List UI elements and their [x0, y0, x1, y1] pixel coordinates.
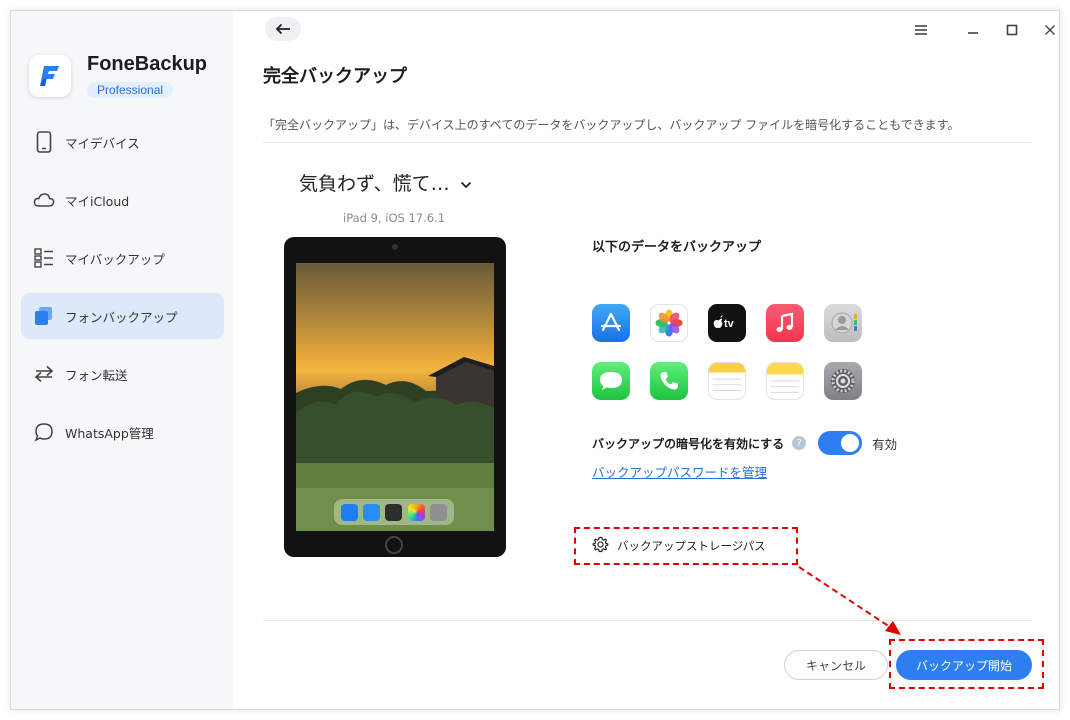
gear-icon [592, 536, 609, 557]
backup-data-grid: tv [592, 304, 872, 402]
sidebar-item-label: マイiCloud [65, 193, 130, 209]
camera-dot [392, 244, 398, 250]
start-backup-button[interactable]: バックアップ開始 [896, 650, 1032, 680]
list-icon [33, 247, 55, 269]
sidebar-item-my-backup[interactable]: マイバックアップ [21, 235, 224, 281]
sidebar-item-phone-transfer[interactable]: フォン転送 [21, 351, 224, 397]
encryption-state: 有効 [872, 436, 898, 452]
reminders-notes-icon[interactable] [766, 362, 804, 400]
svg-text:tv: tv [724, 318, 735, 330]
sidebar-item-label: フォン転送 [65, 367, 128, 383]
minimize-icon [967, 21, 979, 40]
minimize-button[interactable] [962, 19, 984, 41]
maximize-icon [1006, 21, 1018, 40]
chevron-down-icon [460, 172, 472, 194]
storage-path-label: バックアップストレージパス [617, 539, 766, 553]
device-name: 気負わず、慌て… [299, 173, 450, 195]
sidebar-item-phone-backup[interactable]: フォンバックアップ [21, 293, 224, 339]
page-title: 完全バックアップ [263, 66, 407, 87]
back-arrow-icon [275, 20, 291, 39]
sidebar-item-my-device[interactable]: マイデバイス [21, 119, 224, 165]
sidebar-item-my-icloud[interactable]: マイiCloud [21, 177, 224, 223]
device-selector[interactable]: 気負わず、慌て… [299, 169, 472, 196]
back-button[interactable] [265, 17, 301, 41]
main-panel: 完全バックアップ 「完全バックアップ」は、デバイス上のすべてのデータをバックアッ… [233, 11, 1059, 709]
sidebar-item-label: WhatsApp管理 [65, 425, 154, 441]
close-icon [1044, 21, 1056, 40]
page-description: 「完全バックアップ」は、デバイス上のすべてのデータをバックアップし、バックアップ… [263, 118, 960, 132]
photos-icon [407, 503, 425, 521]
menu-button[interactable] [910, 19, 932, 41]
encryption-toggle[interactable] [818, 431, 863, 455]
app-store-icon [363, 503, 381, 521]
sidebar-item-label: フォンバックアップ [65, 309, 178, 325]
backup-data-heading: 以下のデータをバックアップ [592, 240, 762, 255]
notes-icon[interactable] [708, 362, 746, 400]
device-model: iPad 9, iOS 17.6.1 [343, 211, 446, 225]
manage-password-link[interactable]: バックアップパスワードを管理 [592, 462, 767, 481]
cancel-button[interactable]: キャンセル [784, 650, 888, 680]
phone-backup-icon [33, 305, 55, 327]
brand-name: FoneBackup [87, 53, 208, 75]
camera-icon [385, 503, 403, 521]
maximize-button[interactable] [1001, 19, 1023, 41]
toggle-knob [841, 434, 860, 452]
safari-icon [340, 503, 358, 521]
app-window: FoneBackup Professional マイデバイス マイiCloud … [10, 10, 1060, 710]
transfer-icon [33, 363, 55, 385]
fonebackup-logo-icon [29, 55, 71, 97]
app-store-icon[interactable] [592, 304, 630, 342]
ipad-wallpaper [296, 263, 494, 531]
encryption-row: バックアップの暗号化を有効にする ? 有効 [592, 431, 897, 455]
divider [263, 142, 1031, 143]
help-icon[interactable]: ? [792, 436, 807, 450]
settings-icon[interactable] [824, 362, 862, 400]
settings-icon [430, 503, 448, 521]
home-button[interactable] [385, 536, 403, 554]
music-icon[interactable] [766, 304, 804, 342]
phone-icon [33, 131, 55, 153]
contacts-icon[interactable] [824, 304, 862, 342]
ipad-device-image [284, 237, 506, 557]
divider [263, 620, 1031, 621]
sidebar-item-label: マイバックアップ [65, 251, 165, 267]
sidebar-item-label: マイデバイス [65, 135, 140, 151]
edition-badge: Professional [87, 82, 174, 98]
messages-icon[interactable] [592, 362, 630, 400]
encryption-label: バックアップの暗号化を有効にする [592, 436, 785, 451]
close-button[interactable] [1039, 19, 1059, 41]
photos-icon[interactable] [650, 304, 688, 342]
chat-bubble-icon [33, 421, 55, 443]
phone-icon[interactable] [650, 362, 688, 400]
sidebar-item-whatsapp[interactable]: WhatsApp管理 [21, 409, 224, 455]
storage-path-button[interactable]: バックアップストレージパス [574, 527, 798, 565]
cloud-icon [33, 189, 55, 211]
apple-tv-icon[interactable]: tv [708, 304, 746, 342]
sidebar: FoneBackup Professional マイデバイス マイiCloud … [11, 11, 233, 709]
ipad-dock [334, 499, 454, 525]
hamburger-icon [914, 21, 928, 40]
